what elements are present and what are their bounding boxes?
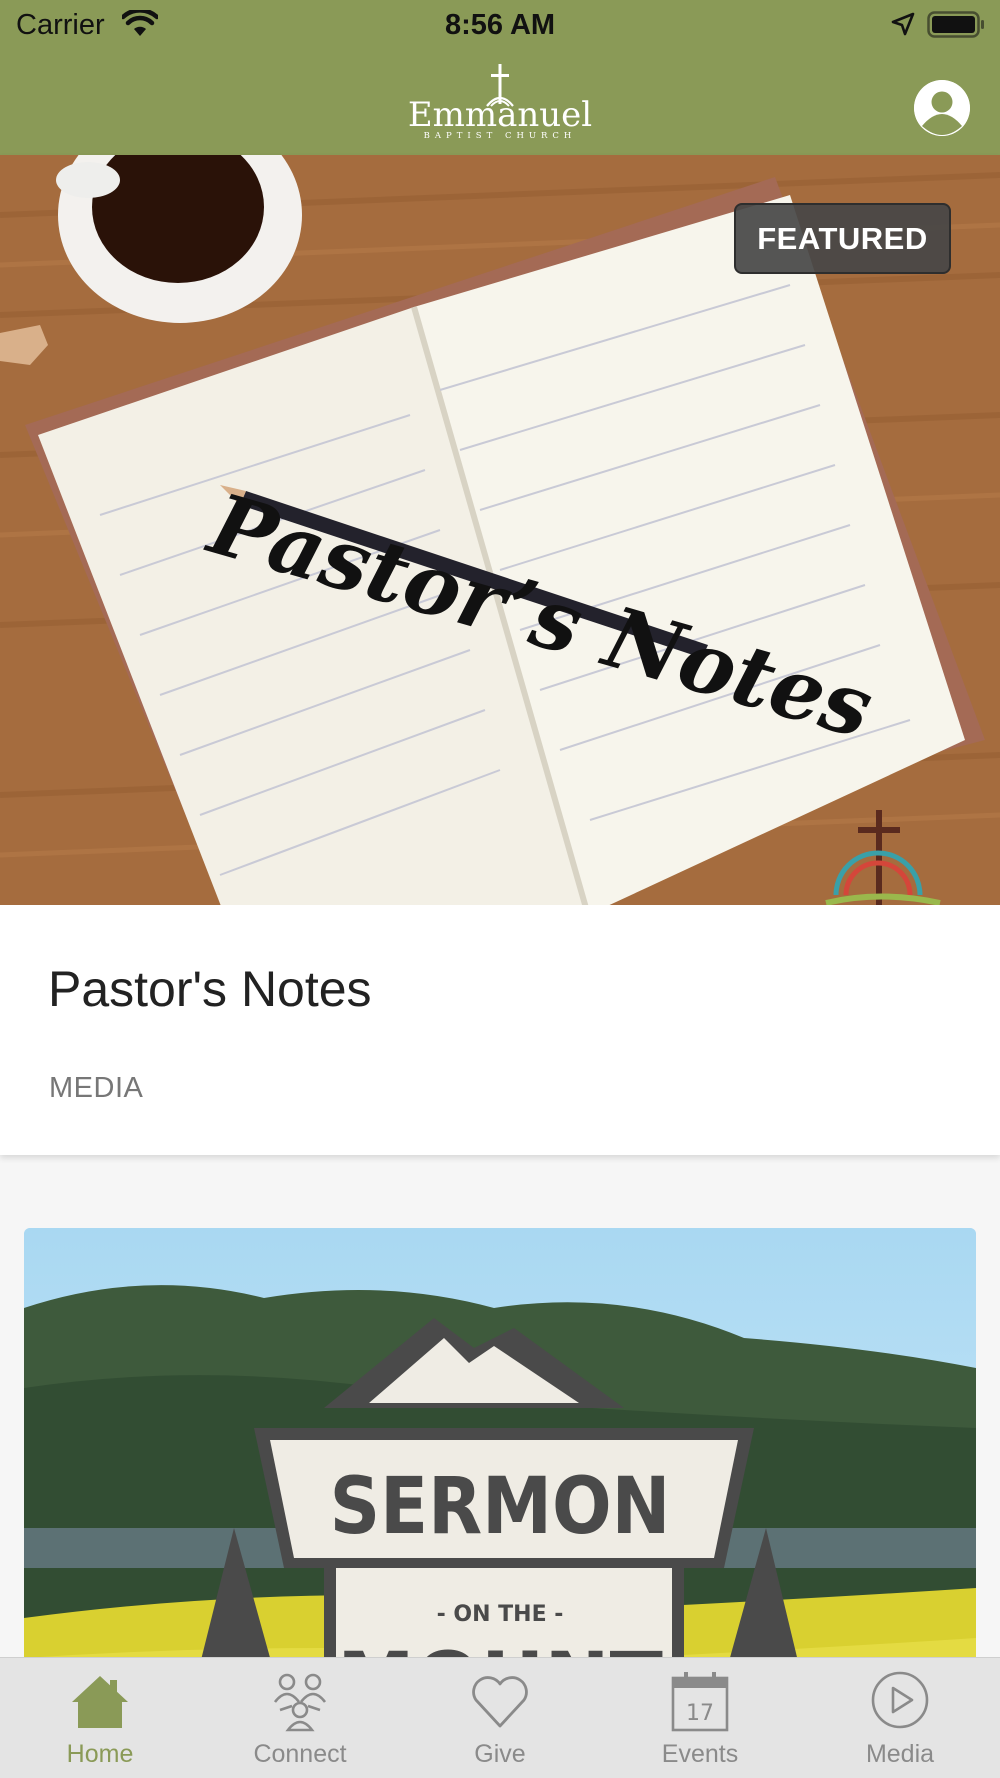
church-logo[interactable]: Emmanuel BAPTIST CHURCH bbox=[398, 64, 602, 142]
tab-give[interactable]: Give bbox=[400, 1658, 600, 1778]
featured-card[interactable]: Pastor’s Notes FEATURED Pastor's Notes M… bbox=[0, 155, 1000, 1155]
clock: 8:56 AM bbox=[444, 9, 556, 41]
heart-icon bbox=[472, 1676, 528, 1728]
tab-events-label: Events bbox=[661, 1740, 739, 1768]
profile-button[interactable] bbox=[914, 80, 970, 136]
tab-events[interactable]: 17 Events bbox=[600, 1658, 800, 1778]
home-icon bbox=[72, 1676, 128, 1728]
play-icon bbox=[871, 1671, 929, 1729]
people-icon bbox=[273, 1673, 327, 1732]
calendar-day: 17 bbox=[686, 1701, 714, 1726]
featured-title[interactable]: Pastor's Notes bbox=[48, 960, 372, 1018]
tab-media[interactable]: Media bbox=[800, 1658, 1000, 1778]
on-the-text: - ON THE - bbox=[437, 1602, 564, 1627]
tab-home[interactable]: Home bbox=[0, 1658, 200, 1778]
logo-subtitle: BAPTIST CHURCH bbox=[423, 131, 577, 141]
tab-give-label: Give bbox=[474, 1740, 526, 1768]
tab-bar: Home Connect Give 17 Events Media bbox=[0, 1657, 1000, 1778]
app-screen: Carrier 8:56 AM Emmanuel BAPTIST CHURCH … bbox=[0, 0, 1000, 1778]
tab-connect-label: Connect bbox=[253, 1740, 347, 1768]
featured-category: MEDIA bbox=[49, 1072, 144, 1104]
tab-media-label: Media bbox=[865, 1740, 935, 1768]
featured-badge: FEATURED bbox=[734, 203, 951, 274]
calendar-icon: 17 bbox=[671, 1672, 729, 1732]
tab-connect[interactable]: Connect bbox=[200, 1658, 400, 1778]
battery-icon bbox=[927, 11, 984, 38]
sermon-text: SERMON bbox=[330, 1462, 671, 1552]
status-bar: Carrier 8:56 AM bbox=[0, 0, 1000, 52]
logo-name: Emmanuel bbox=[407, 95, 593, 135]
user-profile-icon bbox=[914, 80, 970, 136]
header-bar: Carrier 8:56 AM Emmanuel BAPTIST CHURCH bbox=[0, 0, 1000, 155]
location-arrow-icon bbox=[891, 12, 915, 36]
tab-home-label: Home bbox=[66, 1740, 134, 1768]
